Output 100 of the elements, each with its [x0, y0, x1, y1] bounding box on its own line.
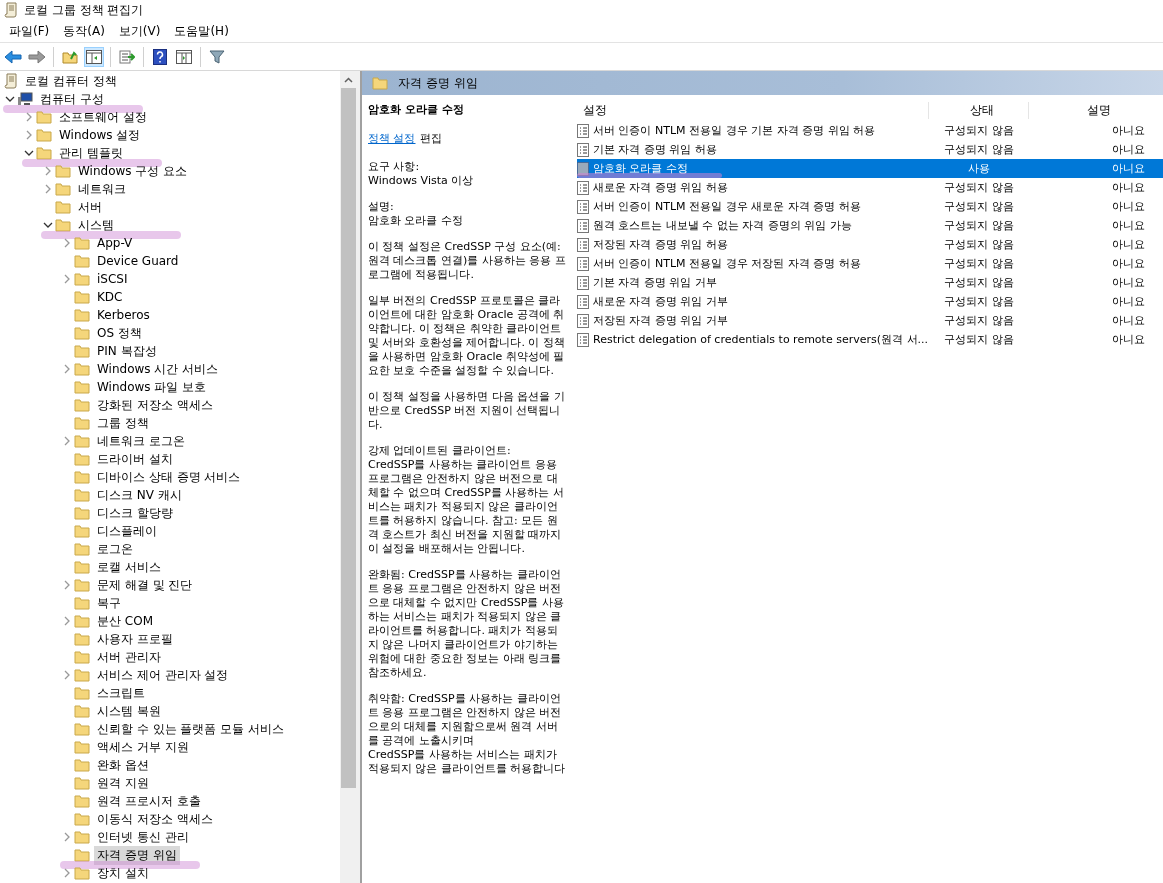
tree-item[interactable]: 서버 관리자: [94, 647, 164, 667]
chevron-right-icon[interactable]: [62, 274, 72, 284]
folder-icon: [74, 254, 90, 268]
tree-item[interactable]: Device Guard: [94, 253, 182, 269]
tree-item[interactable]: 이동식 저장소 액세스: [94, 809, 216, 829]
menu-item[interactable]: 도움말(H): [167, 22, 236, 40]
scrollbar[interactable]: [340, 71, 357, 883]
chevron-right-icon[interactable]: [62, 670, 72, 680]
folder-icon: [74, 632, 90, 646]
tree-item[interactable]: 시스템 복원: [94, 701, 164, 721]
tree-item[interactable]: 원격 프로시저 호출: [94, 791, 204, 811]
chevron-down-icon[interactable]: [5, 94, 15, 104]
tree-item[interactable]: Kerberos: [94, 307, 153, 323]
comment-text: 아니요: [1112, 142, 1145, 157]
state-text: 사용: [968, 161, 990, 176]
chevron-right-icon[interactable]: [24, 112, 34, 122]
tree-toggle-button[interactable]: [84, 46, 104, 67]
description-text: 강제 업데이트된 클라이언트:: [368, 444, 512, 458]
chevron-right-icon[interactable]: [62, 832, 72, 842]
comment-text: 아니요: [1112, 180, 1145, 195]
setting-row[interactable]: Restrict delegation of credentials to remote servers(원격 서... 구성되지 않음 아니요: [577, 330, 1163, 349]
tree-item[interactable]: 네트워크 로그온: [94, 431, 188, 451]
tree-item[interactable]: 디스크 NV 캐시: [94, 485, 185, 505]
chevron-right-icon[interactable]: [62, 436, 72, 446]
tree-item[interactable]: KDC: [94, 289, 126, 305]
tree-item[interactable]: 문제 해결 및 진단: [94, 575, 196, 595]
state-text: 구성되지 않음: [944, 332, 1014, 347]
tree-item[interactable]: OS 정책: [94, 323, 145, 343]
tree-item[interactable]: 장치 설치: [94, 863, 152, 883]
comment-text: 아니요: [1112, 332, 1145, 347]
policy-title: 암호화 오라클 수정: [368, 102, 465, 117]
tree-item[interactable]: 로그온: [94, 539, 136, 559]
tree-item[interactable]: 스크립트: [94, 683, 148, 703]
setting-row[interactable]: 저장된 자격 증명 위임 거부 구성되지 않음 아니요: [577, 311, 1163, 330]
tree-item[interactable]: Windows 파일 보호: [94, 377, 210, 397]
tree-item[interactable]: 드라이버 설치: [94, 449, 176, 469]
chevron-right-icon[interactable]: [62, 364, 72, 374]
chevron-right-icon[interactable]: [24, 130, 34, 140]
setting-row[interactable]: 새로운 자격 증명 위임 허용 구성되지 않음 아니요: [577, 178, 1163, 197]
policy-settings-link[interactable]: 정책 설정: [368, 131, 416, 146]
column-header[interactable]: 상태: [929, 101, 1029, 119]
help-button[interactable]: [150, 46, 170, 67]
chevron-right-icon[interactable]: [62, 580, 72, 590]
tree-item[interactable]: 신뢰할 수 있는 플랫폼 모듈 서비스: [94, 719, 288, 739]
tree-item[interactable]: 로컬 컴퓨터 정책: [22, 71, 120, 91]
chevron-right-icon[interactable]: [43, 184, 53, 194]
setting-row[interactable]: 저장된 자격 증명 위임 허용 구성되지 않음 아니요: [577, 235, 1163, 254]
column-header[interactable]: 설정: [577, 101, 929, 119]
tree-item[interactable]: 소프트웨어 설정: [56, 107, 150, 127]
chevron-down-icon[interactable]: [24, 148, 34, 158]
setting-row[interactable]: 새로운 자격 증명 위임 거부 구성되지 않음 아니요: [577, 292, 1163, 311]
scroll-thumb[interactable]: [341, 88, 356, 788]
chevron-down-icon[interactable]: [43, 220, 53, 230]
folder-icon: [74, 236, 90, 250]
setting-name: 저장된 자격 증명 위임 허용: [593, 237, 728, 252]
tree-item[interactable]: 로캘 서비스: [94, 557, 164, 577]
setting-row[interactable]: 기본 자격 증명 위임 거부 구성되지 않음 아니요: [577, 273, 1163, 292]
column-header[interactable]: 설명: [1029, 101, 1163, 119]
tree-item[interactable]: Windows 구성 요소: [75, 161, 191, 181]
tree-item[interactable]: App-V: [94, 235, 136, 251]
tree-item[interactable]: 네트워크: [75, 179, 129, 199]
setting-row[interactable]: 암호화 오라클 수정 사용 아니요: [577, 159, 1163, 178]
tree-item[interactable]: 디스플레이: [94, 521, 160, 541]
tree-item[interactable]: 완화 옵션: [94, 755, 152, 775]
tree-item[interactable]: 디스크 할당량: [94, 503, 176, 523]
tree-item[interactable]: 디바이스 상태 증명 서비스: [94, 467, 244, 487]
tree-item[interactable]: PIN 복잡성: [94, 341, 160, 361]
tree-item[interactable]: 자격 증명 위임: [94, 845, 180, 865]
tree-item[interactable]: 시스템: [75, 215, 117, 235]
tree-item[interactable]: 그룹 정책: [94, 413, 152, 433]
menu-item[interactable]: 파일(F): [2, 22, 57, 40]
tree-item[interactable]: 강화된 저장소 액세스: [94, 395, 216, 415]
tree-item[interactable]: 서버: [75, 197, 105, 217]
chevron-right-icon[interactable]: [62, 616, 72, 626]
setting-row[interactable]: 기본 자격 증명 위임 허용 구성되지 않음 아니요: [577, 140, 1163, 159]
tree-item[interactable]: 액세스 거부 지원: [94, 737, 192, 757]
chevron-right-icon[interactable]: [62, 868, 72, 878]
setting-row[interactable]: 서버 인증이 NTLM 전용일 경우 저장된 자격 증명 허용 구성되지 않음 아니요: [577, 254, 1163, 273]
setting-row[interactable]: 서버 인증이 NTLM 전용일 경우 새로운 자격 증명 허용 구성되지 않음 아니요: [577, 197, 1163, 216]
tree-item[interactable]: Windows 시간 서비스: [94, 359, 222, 379]
tree-item[interactable]: iSCSI: [94, 271, 131, 287]
description-text: 일부 버전의 CredSSP 프로토콜은 클라이언트에 대한 암호화 Oracle 공격에 취약합니다. 이 정책은 취약한 클라이언트 및 서버와 호환성을 제어합니다. 이 정책을 사용하면 암호화 Oracle 취약성에 필요한 보호 수준을 설정할 수 있습니다.: [368, 294, 566, 378]
tree-item[interactable]: 사용자 프로필: [94, 629, 176, 649]
menu-item[interactable]: 보기(V): [111, 22, 168, 40]
tree-item[interactable]: 분산 COM: [94, 611, 156, 631]
tree-item[interactable]: 인터넷 통신 관리: [94, 827, 192, 847]
tree-item[interactable]: 컴퓨터 구성: [37, 89, 107, 109]
tree-item[interactable]: 복구: [94, 593, 124, 613]
scroll-up-icon[interactable]: [344, 76, 353, 83]
folder-icon: [74, 722, 90, 736]
setting-row[interactable]: 원격 호스트는 내보낼 수 없는 자격 증명의 위임 가능 구성되지 않음 아니요: [577, 216, 1163, 235]
folder-icon: [74, 830, 90, 844]
menu-item[interactable]: 동작(A): [56, 22, 112, 40]
chevron-right-icon[interactable]: [62, 238, 72, 248]
setting-row[interactable]: 서버 인증이 NTLM 전용일 경우 기본 자격 증명 위임 허용 구성되지 않음 아니요: [577, 121, 1163, 140]
tree-item[interactable]: 서비스 제어 관리자 설정: [94, 665, 232, 685]
tree-item[interactable]: Windows 설정: [56, 125, 144, 145]
tree-item[interactable]: 원격 지원: [94, 773, 152, 793]
tree-item[interactable]: 관리 템플릿: [56, 143, 126, 163]
chevron-right-icon[interactable]: [43, 166, 53, 176]
